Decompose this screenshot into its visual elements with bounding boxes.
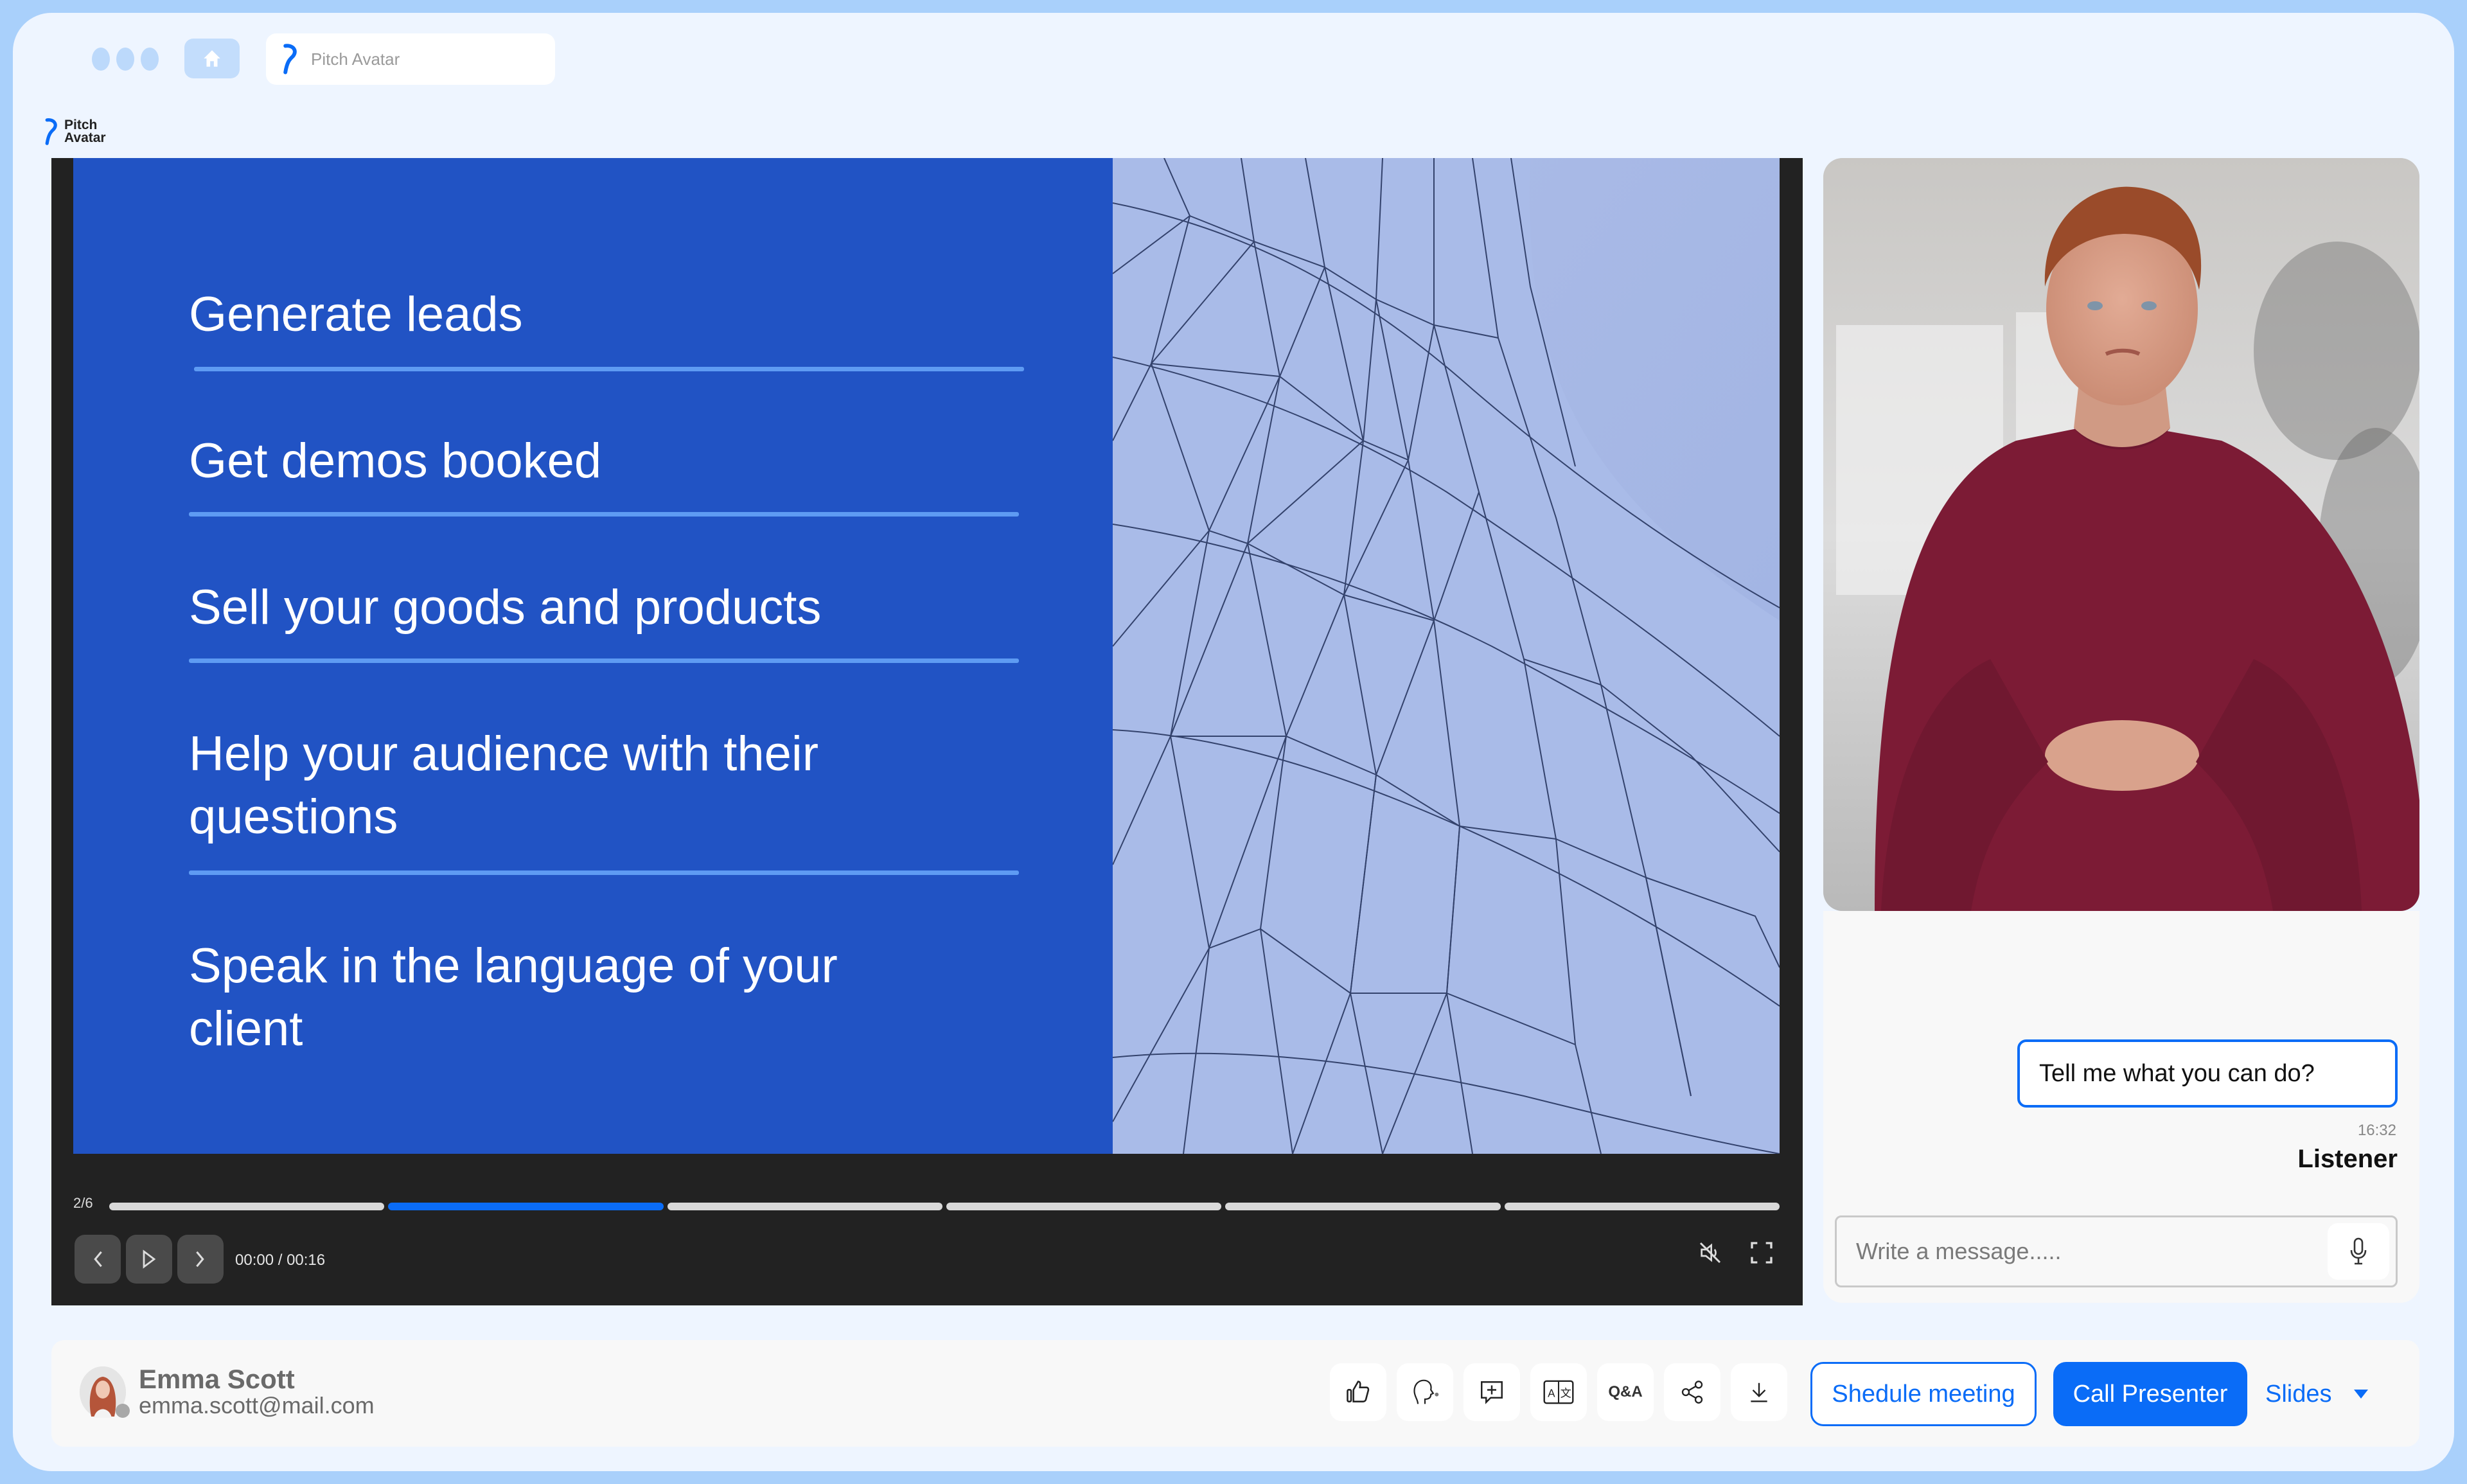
qa-button[interactable]: Q&A [1597, 1363, 1654, 1421]
svg-text:A: A [1548, 1387, 1555, 1400]
chat-message-text: Tell me what you can do? [2039, 1059, 2315, 1087]
ai-voice-button[interactable] [1397, 1363, 1453, 1421]
slide-architecture-image [1112, 158, 1780, 1154]
slide-counter: 2/6 [73, 1195, 93, 1211]
slide-divider [189, 658, 1019, 663]
slide-item: Generate leads [189, 287, 523, 342]
chat-message-author: Listener [2297, 1145, 2398, 1173]
volume-muted-icon [1699, 1242, 1721, 1264]
progress-segment[interactable] [667, 1203, 942, 1210]
pitch-avatar-logo-icon [45, 118, 57, 145]
svg-text:文: 文 [1561, 1387, 1571, 1400]
window-dots [92, 48, 159, 71]
time-display: 00:00 / 00:16 [235, 1251, 326, 1269]
slide-item: Help your audience with their questions [189, 727, 819, 844]
fullscreen-button[interactable] [1749, 1240, 1774, 1269]
action-tools: A 文 Q&A [1330, 1363, 1787, 1421]
translate-button[interactable]: A 文 [1530, 1363, 1587, 1421]
slide-divider [189, 870, 1019, 875]
brand-logo: Pitch Avatar [44, 116, 116, 148]
play-button[interactable] [126, 1235, 172, 1284]
chat-message-bubble: Tell me what you can do? [2017, 1039, 2398, 1108]
presence-indicator [116, 1404, 130, 1418]
microphone-icon [2350, 1237, 2367, 1265]
user-info: Emma Scott emma.scott@mail.com [80, 1366, 375, 1418]
slide-divider [189, 512, 1019, 517]
caret-down-icon [2353, 1390, 2368, 1399]
chat-message-input[interactable] [1837, 1237, 2328, 1266]
thumbs-up-icon [1347, 1381, 1370, 1402]
slides-dropdown[interactable]: Slides [2265, 1362, 2368, 1426]
chevron-left-icon [94, 1251, 102, 1268]
progress-segment[interactable] [109, 1203, 385, 1210]
address-bar[interactable]: Pitch Avatar [266, 33, 555, 85]
progress-segment[interactable] [946, 1203, 1222, 1210]
slides-dropdown-label: Slides [2265, 1380, 2332, 1408]
progress-segment[interactable] [1504, 1203, 1780, 1210]
presenter-video [1823, 158, 2419, 911]
previous-slide-button[interactable] [75, 1235, 121, 1284]
lattice-structure-graphic [1112, 158, 1780, 1154]
address-text: Pitch Avatar [311, 49, 400, 69]
mute-button[interactable] [1697, 1240, 1723, 1269]
call-presenter-button[interactable]: Call Presenter [2053, 1362, 2247, 1426]
user-name: Emma Scott [139, 1364, 295, 1394]
add-comment-icon [1481, 1381, 1503, 1404]
user-email: emma.scott@mail.com [139, 1392, 375, 1418]
chevron-right-icon [196, 1251, 204, 1268]
slide: Generate leads Get demos booked Sell you… [73, 158, 1780, 1154]
home-button[interactable] [184, 39, 240, 78]
slide-divider [194, 367, 1024, 371]
slide-item: Get demos booked [189, 434, 602, 488]
chat-input-box [1835, 1215, 2398, 1287]
like-button[interactable] [1330, 1363, 1386, 1421]
avatar[interactable] [80, 1366, 130, 1418]
download-icon [1751, 1382, 1767, 1402]
bottom-toolbar: Emma Scott emma.scott@mail.com A 文 Q&A S… [51, 1340, 2419, 1447]
slide-item: Sell your goods and products [189, 580, 822, 635]
presenter-avatar-image [1823, 158, 2419, 911]
slide-progress[interactable] [109, 1203, 1780, 1210]
presentation-player: Generate leads Get demos booked Sell you… [51, 158, 1803, 1305]
schedule-meeting-button[interactable]: Shedule meeting [1810, 1362, 2037, 1426]
qa-icon: Q&A [1608, 1383, 1643, 1400]
next-slide-button[interactable] [177, 1235, 224, 1284]
pitch-avatar-logo-icon [283, 44, 297, 75]
brand-name-line1: Pitch [64, 118, 98, 132]
share-icon [1681, 1381, 1703, 1404]
progress-segment-active[interactable] [388, 1203, 664, 1210]
voice-assistant-icon [1413, 1379, 1439, 1404]
fullscreen-icon [1751, 1242, 1773, 1264]
brand-name-line2: Avatar [64, 130, 106, 145]
play-icon [143, 1250, 156, 1269]
share-button[interactable] [1664, 1363, 1720, 1421]
add-comment-button[interactable] [1463, 1363, 1520, 1421]
translate-icon: A 文 [1543, 1380, 1574, 1404]
slide-item: Speak in the language of your client [189, 939, 838, 1056]
home-icon [204, 50, 220, 67]
progress-segment[interactable] [1225, 1203, 1501, 1210]
download-button[interactable] [1731, 1363, 1787, 1421]
voice-input-button[interactable] [2328, 1223, 2389, 1280]
slide-text-panel: Generate leads Get demos booked Sell you… [73, 158, 1113, 1154]
chat-message-time: 16:32 [2357, 1122, 2396, 1139]
